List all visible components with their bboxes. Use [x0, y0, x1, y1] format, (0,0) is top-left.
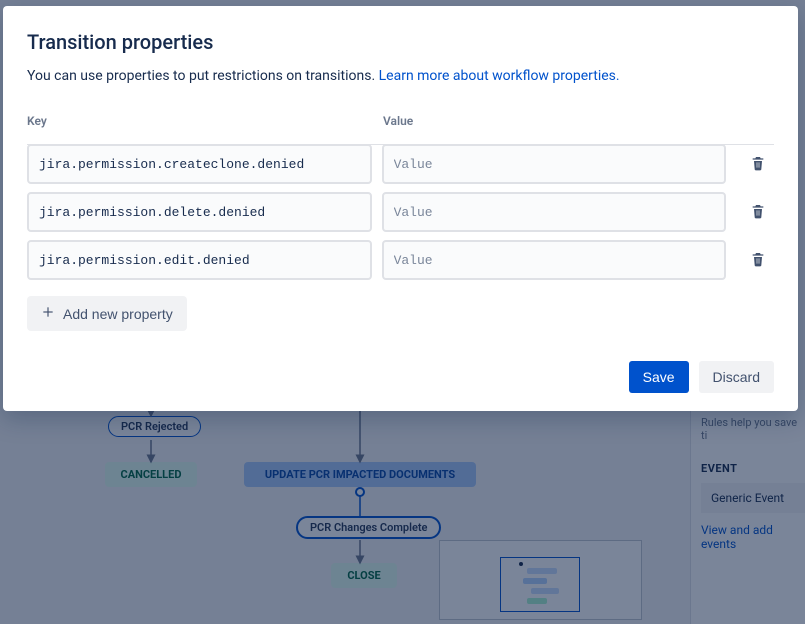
columns-header: Key Value [27, 114, 774, 128]
property-key-input[interactable] [27, 192, 372, 232]
plus-icon [41, 305, 55, 322]
modal-desc-text: You can use properties to put restrictio… [27, 68, 379, 84]
property-row [27, 144, 774, 184]
key-column-header: Key [27, 114, 373, 128]
add-new-property-label: Add new property [63, 306, 173, 322]
modal-footer: Save Discard [27, 361, 774, 393]
trash-icon [750, 155, 766, 174]
property-key-input[interactable] [27, 240, 372, 280]
delete-property-button[interactable] [742, 148, 774, 180]
property-row [27, 192, 774, 232]
transition-properties-modal: Transition properties You can use proper… [3, 6, 798, 411]
modal-title: Transition properties [27, 30, 774, 54]
trash-icon [750, 203, 766, 222]
property-value-input[interactable] [382, 144, 727, 184]
property-row [27, 240, 774, 280]
header-divider [27, 144, 774, 145]
property-key-input[interactable] [27, 144, 372, 184]
property-value-input[interactable] [382, 192, 727, 232]
save-button[interactable]: Save [629, 361, 689, 393]
property-value-input[interactable] [382, 240, 727, 280]
learn-more-link[interactable]: Learn more about workflow properties. [379, 68, 620, 84]
delete-property-button[interactable] [742, 196, 774, 228]
value-column-header: Value [383, 114, 729, 128]
modal-description: You can use properties to put restrictio… [27, 68, 774, 84]
add-new-property-button[interactable]: Add new property [27, 296, 187, 331]
discard-button[interactable]: Discard [699, 361, 774, 393]
delete-property-button[interactable] [742, 244, 774, 276]
trash-icon [750, 251, 766, 270]
